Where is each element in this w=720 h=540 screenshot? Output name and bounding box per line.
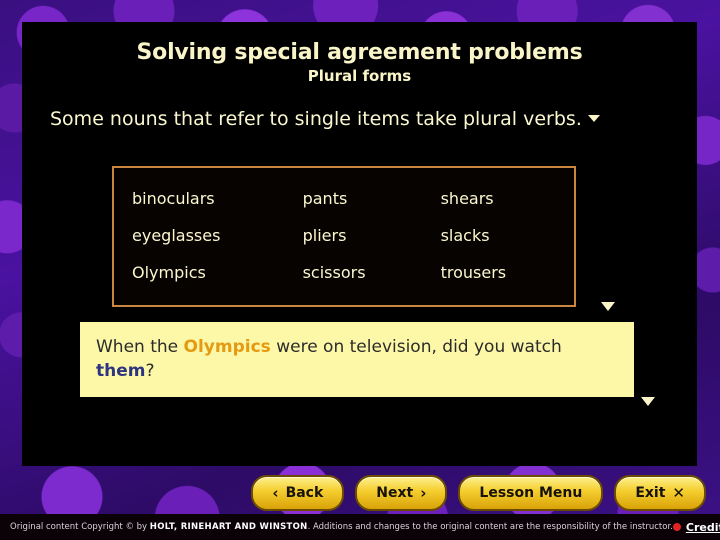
chevron-right-icon: › [420, 483, 427, 502]
plural-nouns-table: binoculars pants shears eyeglasses plier… [112, 166, 576, 307]
close-icon: ✕ [672, 483, 685, 502]
bullet-icon [672, 523, 681, 531]
exit-button[interactable]: Exit ✕ [614, 475, 706, 511]
copyright-text: Original content Copyright © by HOLT, RI… [10, 522, 673, 532]
credits-link[interactable]: Credits [672, 520, 720, 534]
table-cell: trousers [440, 263, 507, 282]
table-cell: binoculars [132, 189, 215, 208]
table-cell: slacks [440, 226, 490, 245]
table-cell: pants [302, 189, 348, 208]
triangle-down-icon [587, 114, 600, 122]
example-highlight-them: them [96, 361, 146, 382]
copyright-prefix: Original content Copyright © by [10, 522, 150, 532]
table-cell: Olympics [132, 263, 206, 282]
back-button-label: Back [285, 485, 324, 501]
exit-button-label: Exit [635, 485, 666, 501]
page-subtitle: Plural forms [307, 67, 412, 85]
page-title: Solving special agreement problems [136, 40, 583, 65]
next-button[interactable]: Next › [355, 475, 448, 511]
lesson-menu-button[interactable]: Lesson Menu [458, 475, 604, 511]
table-row: Olympics scissors trousers [114, 254, 574, 291]
table-cell: scissors [302, 263, 366, 282]
navigation-bar: ‹ Back Next › Lesson Menu Exit ✕ [0, 472, 720, 514]
table-cell: eyeglasses [132, 226, 221, 245]
lead-paragraph-text: Some nouns that refer to single items ta… [50, 108, 582, 130]
table-cell: shears [440, 189, 494, 208]
triangle-down-icon-example [641, 397, 655, 406]
example-text-part3: ? [145, 361, 155, 382]
back-button[interactable]: ‹ Back [251, 475, 345, 511]
chevron-left-icon: ‹ [272, 483, 279, 502]
table-row: eyeglasses pliers slacks [114, 217, 574, 254]
credits-label: Credits [685, 520, 720, 534]
table-row: binoculars pants shears [114, 180, 574, 217]
copyright-suffix: . Additions and changes to the original … [307, 522, 673, 532]
plural-nouns-grid: binoculars pants shears eyeglasses plier… [114, 180, 574, 291]
triangle-down-icon-table [601, 302, 615, 311]
example-highlight-olympics: Olympics [183, 337, 271, 357]
lead-paragraph: Some nouns that refer to single items ta… [22, 107, 697, 132]
next-button-label: Next [376, 485, 414, 501]
publisher-name: HOLT, RINEHART AND WINSTON [149, 522, 308, 532]
example-text-part2: were on television, did you watch [270, 337, 562, 357]
lesson-menu-button-label: Lesson Menu [479, 485, 583, 501]
example-text-part1: When the [96, 337, 184, 357]
table-cell: pliers [302, 226, 347, 245]
example-sentence-box: When the Olympics were on television, di… [80, 322, 634, 398]
footer-bar: Original content Copyright © by HOLT, RI… [0, 514, 720, 540]
